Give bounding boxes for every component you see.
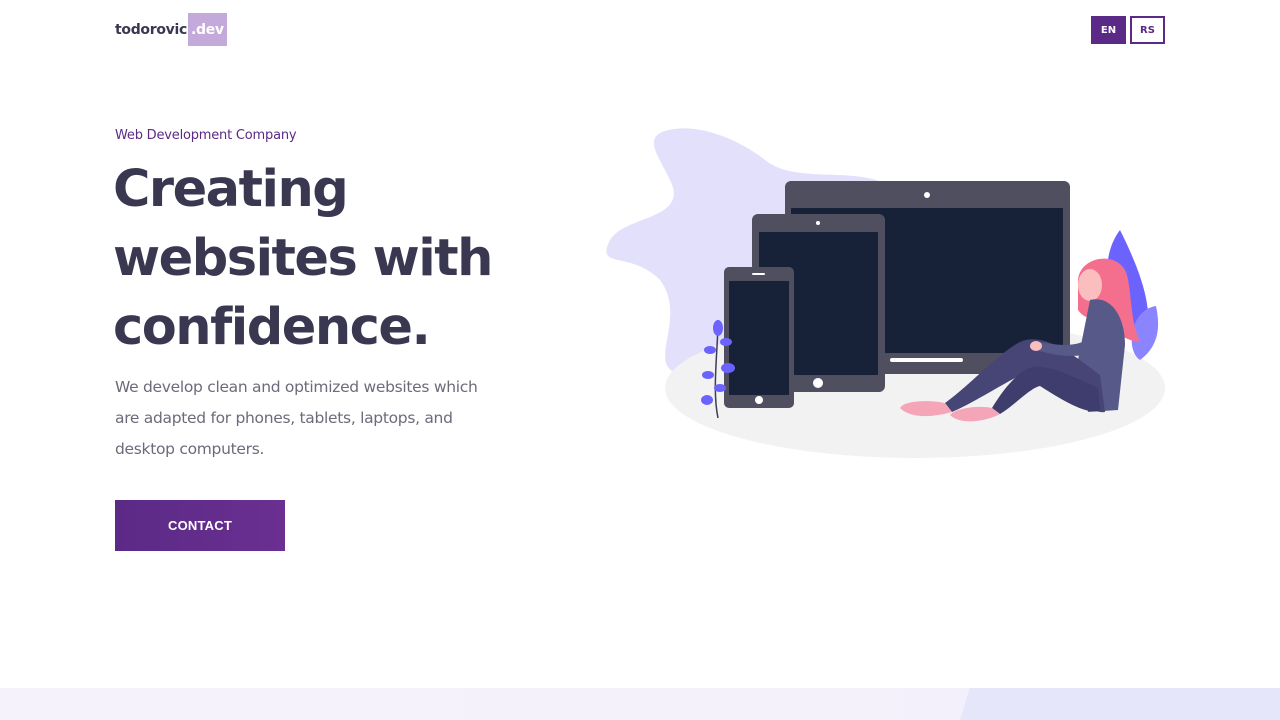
hero-headline: Creating websites with confidence. [113,155,553,362]
hero-eyebrow: Web Development Company [115,128,297,143]
headline-line-2: websites with [113,229,493,288]
language-rs-button[interactable]: RS [1130,16,1165,44]
contact-button[interactable]: CONTACT [115,500,285,551]
phone-device [724,267,794,408]
logo-name: todorovic [115,21,187,38]
language-en-button[interactable]: EN [1091,16,1126,44]
logo-tld: .dev [188,13,227,46]
hero-description: We develop clean and optimized websites … [115,378,478,458]
headline-line-3: confidence. [113,298,431,357]
next-section-accent [960,688,1280,720]
page: todorovic .dev EN RS Web Development Com… [0,0,1280,720]
devices-illustration [606,128,1165,458]
headline-line-1: Creating [113,160,349,219]
site-logo[interactable]: todorovic .dev [115,13,227,46]
